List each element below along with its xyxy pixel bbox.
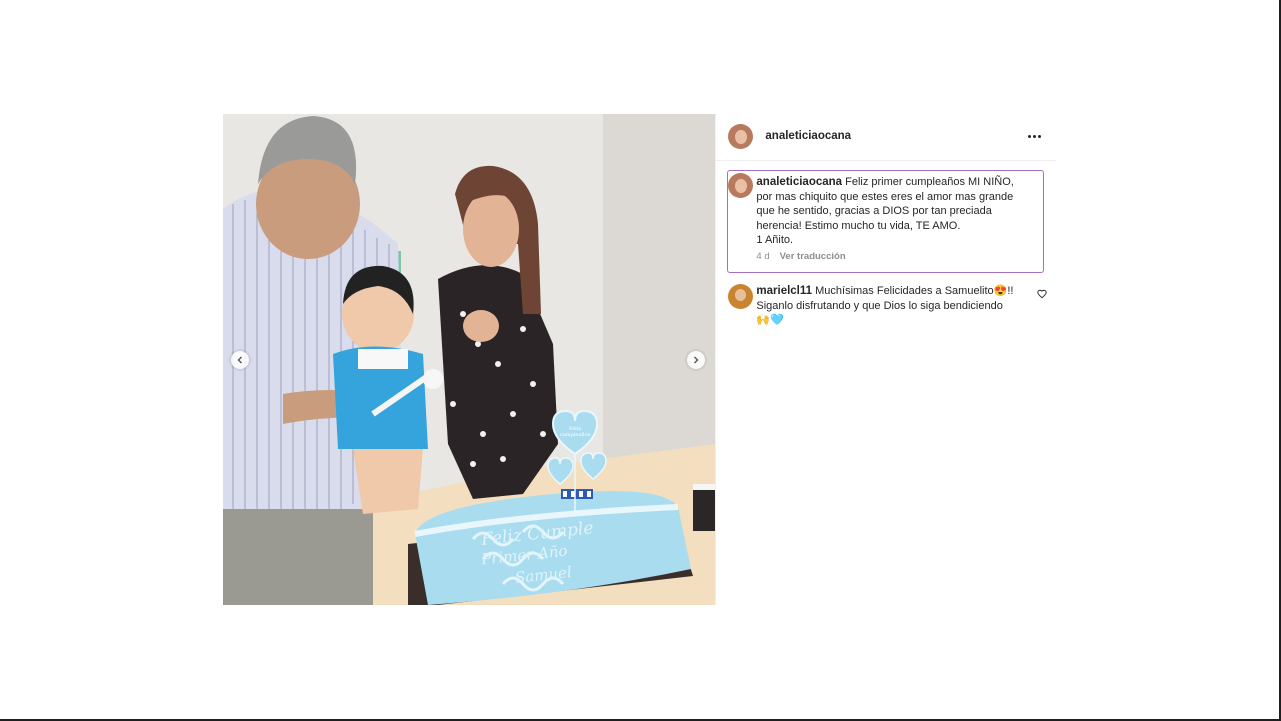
caption-text: analeticiaocana Feliz primer cumpleaños … (756, 175, 1013, 248)
comment-line: Siganlo disfrutando y que Dios lo siga b… (756, 299, 1003, 312)
caption-translate-link[interactable]: Ver traducción (780, 251, 846, 262)
author-avatar[interactable] (728, 124, 754, 149)
next-photo-button[interactable] (687, 351, 705, 369)
caption-line: Feliz primer cumpleaños MI NIÑO, (845, 176, 1014, 188)
prev-photo-button[interactable] (231, 351, 249, 369)
birthday-photo (223, 114, 716, 605)
caption-line: 1 Añito. (756, 234, 794, 246)
chevron-right-icon (694, 356, 699, 364)
author-username[interactable]: analeticiaocana (765, 130, 851, 142)
caption-age: 4 d (756, 251, 770, 262)
more-options-button[interactable] (1024, 129, 1044, 143)
cake-topper-text: Feliz cumpleaños (559, 426, 591, 438)
comment-text: marielcl11 Muchísimas Felicidades a Samu… (756, 284, 1013, 328)
more-dot (1037, 134, 1041, 138)
caption-line: por mas chiquito que estes eres el amor … (756, 190, 1014, 203)
comment-like-heart-icon[interactable] (1037, 289, 1048, 299)
caption-line: que he sentido, gracias a DIOS por tan p… (756, 205, 992, 217)
caption-meta: 4 d Ver traducción (756, 251, 845, 262)
comments-list[interactable]: analeticiaocana Feliz primer cumpleaños … (716, 161, 1056, 481)
post-photo[interactable]: Feliz cumpleaños Feliz Cumple Primer Año… (223, 114, 716, 605)
chevron-left-icon (237, 356, 242, 364)
post-side-panel: analeticiaocana analeticiaocana Feliz pr… (715, 114, 1057, 605)
comment-avatar[interactable] (728, 284, 754, 309)
more-dot (1032, 134, 1036, 138)
caption-line: herencia! Estimo mucho tu vida, TE AMO. (756, 219, 961, 232)
post-header: analeticiaocana (716, 114, 1057, 161)
post-modal: Feliz cumpleaños Feliz Cumple Primer Año… (223, 114, 1057, 605)
more-horizontal-icon (1027, 134, 1031, 138)
comment-line: Muchísimas Felicidades a Samuelito😍!! (815, 285, 1014, 297)
comment-line: 🙌🩵 (756, 314, 784, 326)
comment-username[interactable]: marielcl11 (756, 285, 812, 297)
caption-username[interactable]: analeticiaocana (756, 176, 842, 188)
